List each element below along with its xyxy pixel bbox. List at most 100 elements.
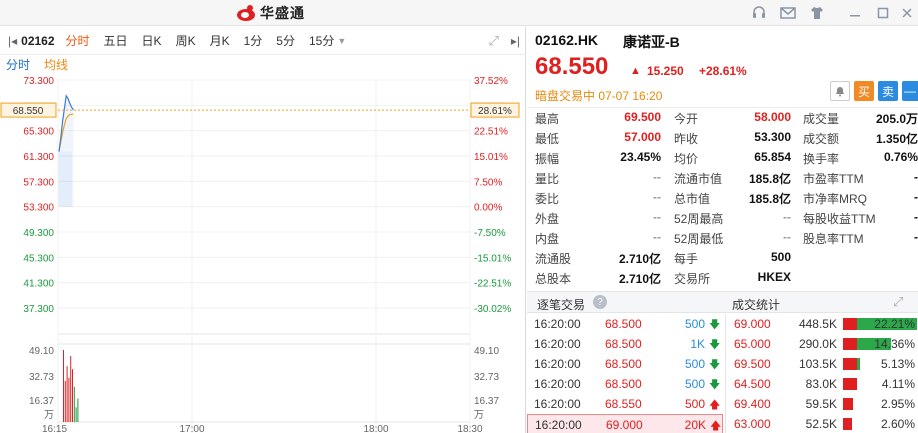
price-change-pct: +28.61% <box>699 64 747 78</box>
title-bar: 华盛通 <box>0 0 918 26</box>
tab-daily-k[interactable]: 日K <box>135 32 169 49</box>
field-value: 65.854 <box>754 150 791 164</box>
stat-price: 64.500 <box>734 377 771 391</box>
field-label: 流通股 <box>535 252 572 266</box>
bell-button[interactable] <box>830 81 850 101</box>
trades-title: 逐笔交易 <box>537 298 586 312</box>
stat-price: 69.000 <box>734 317 771 331</box>
sell-button[interactable]: 卖 <box>878 81 898 101</box>
field-value: - <box>914 230 918 244</box>
field-label: 今开 <box>674 112 699 126</box>
collapse-right-icon[interactable]: ▸| <box>511 34 520 48</box>
volume-tick-label-right: 49.10 <box>474 346 499 357</box>
stat-price: 69.500 <box>734 357 771 371</box>
arrow-up-icon: ▲ <box>630 65 641 77</box>
brand-name: 华盛通 <box>260 5 305 21</box>
stat-pct: 2.95% <box>880 397 915 411</box>
more-button[interactable]: — <box>902 81 918 101</box>
field-value: 57.000 <box>624 130 661 144</box>
chevron-down-icon[interactable]: ▼ <box>337 36 346 46</box>
stat-bar-sell <box>857 358 861 370</box>
field-label: 市净率MRQ <box>803 192 867 206</box>
stat-row: 63.000 52.5K 2.60% <box>727 414 918 433</box>
maximize-icon[interactable] <box>874 4 892 22</box>
help-icon[interactable]: ? <box>593 295 607 309</box>
volume-bar <box>70 356 72 422</box>
stat-price: 69.400 <box>734 397 771 411</box>
last-price: 68.550 <box>535 53 609 80</box>
price-tick-label: 53.300 <box>23 203 54 214</box>
price-area-band <box>58 151 72 207</box>
pct-tick-label: -15.01% <box>474 253 511 264</box>
stat-bar-buy <box>843 378 857 390</box>
trading-status: 暗盘交易中 07-07 16:20 <box>535 89 663 103</box>
field-label: 市盈率TTM <box>803 172 864 186</box>
pct-tick-label: -22.51% <box>474 279 511 290</box>
stat-pct: 14.36% <box>874 337 915 351</box>
volume-bar <box>77 398 79 422</box>
time-tick-label: 17:00 <box>179 424 204 433</box>
shirt-icon[interactable] <box>808 4 826 22</box>
stat-row: 64.500 83.0K 4.11% <box>727 374 918 394</box>
stat-volume: 448.5K <box>798 317 837 331</box>
stat-volume: 83.0K <box>805 377 837 391</box>
price-tick-label: 65.300 <box>23 127 54 138</box>
mail-icon[interactable] <box>779 4 797 22</box>
period-tabbar: |◂ 02162 分时 五日 日K 周K 月K 1分 5分 15分 ▼ ⤢ ▸| <box>0 27 526 55</box>
field-label: 最高 <box>535 112 560 126</box>
volume-tick-label-right: 万 <box>474 410 484 421</box>
price-tick-label: 45.300 <box>23 253 54 264</box>
minimize-icon[interactable] <box>846 4 864 22</box>
time-tick-label: 18:30 <box>457 424 482 433</box>
price-tick-label: 49.300 <box>23 228 54 239</box>
volume-tick-label-right: 16.37 <box>474 396 499 407</box>
expand-icon[interactable]: ⤢ <box>893 294 903 310</box>
field-label: 量比 <box>535 172 560 186</box>
volume-bar <box>63 350 64 422</box>
volume-tick-label: 32.73 <box>29 372 54 383</box>
price-tick-label: 61.300 <box>23 152 54 163</box>
tab-weekly-k[interactable]: 周K <box>169 32 203 49</box>
tab-monthly-k[interactable]: 月K <box>203 32 237 49</box>
field-value: 2.710亿 <box>618 272 661 286</box>
field-value: 185.8亿 <box>748 192 791 206</box>
tab-intraday[interactable]: 分时 <box>59 32 97 49</box>
tab-5min[interactable]: 5分 <box>269 32 302 49</box>
stock-name: 康诺亚-B <box>623 34 680 50</box>
stat-pct: 22.21% <box>874 317 915 331</box>
stat-bar-buy <box>843 338 857 350</box>
stat-bar-buy <box>843 398 853 410</box>
field-label: 每手 <box>674 252 699 266</box>
buy-button[interactable]: 买 <box>854 81 874 101</box>
field-value: -- <box>783 230 791 244</box>
field-label: 总市值 <box>674 192 711 206</box>
field-label: 成交量 <box>803 112 840 126</box>
close-icon[interactable] <box>898 4 916 22</box>
field-label: 外盘 <box>535 212 560 226</box>
volume-bar <box>72 369 73 422</box>
stats-title: 成交统计 <box>732 298 781 312</box>
tab-15min[interactable]: 15分 <box>302 32 337 49</box>
field-label: 交易所 <box>674 272 711 286</box>
headset-icon[interactable] <box>750 4 768 22</box>
stat-volume: 103.5K <box>798 357 837 371</box>
tab-1min[interactable]: 1分 <box>237 32 270 49</box>
field-value: 0.76% <box>883 150 918 164</box>
field-value: - <box>914 190 918 204</box>
field-value: 185.8亿 <box>748 172 791 186</box>
fullscreen-icon[interactable]: ⤢ <box>488 33 498 49</box>
tab-five-day[interactable]: 五日 <box>97 32 135 49</box>
stat-pct: 4.11% <box>881 377 915 391</box>
field-value: 500 <box>770 250 791 264</box>
collapse-left-icon[interactable]: |◂ <box>0 34 21 48</box>
field-value: -- <box>653 230 661 244</box>
pct-tick-label: -30.02% <box>474 304 511 315</box>
intraday-chart[interactable]: 73.30037.52%69.30030.02%65.30022.51%61.3… <box>0 72 526 433</box>
brand-logo: 华盛通 <box>236 3 305 23</box>
stat-price: 65.000 <box>734 337 771 351</box>
volume-bar <box>64 380 66 422</box>
pct-tick-label: -7.50% <box>474 228 506 239</box>
brand-logo-icon <box>237 5 255 21</box>
time-tick-label: 18:00 <box>363 424 388 433</box>
volume-bar <box>73 386 75 422</box>
